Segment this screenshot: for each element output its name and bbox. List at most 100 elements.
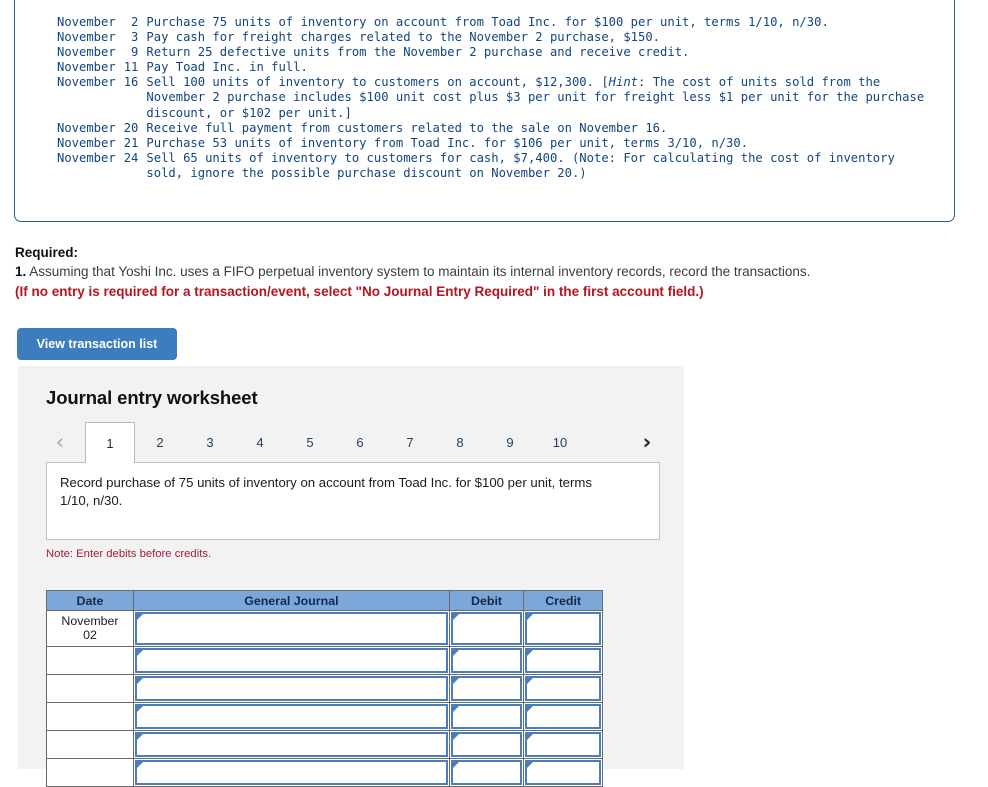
journal-debit-input[interactable] [450, 704, 523, 729]
journal-date-cell[interactable] [46, 674, 134, 703]
transaction-list-box: November 2 Purchase 75 units of inventory … [14, 0, 955, 222]
journal-account-input[interactable] [134, 648, 448, 673]
transaction-description: Sell 65 units of inventory to customers … [146, 150, 895, 165]
transaction-description: sold, ignore the possible purchase disco… [146, 165, 587, 180]
transaction-description: Pay cash for freight charges related to … [146, 30, 661, 45]
transaction-row: November 3 Pay cash for freight charges re… [57, 30, 924, 45]
worksheet-tab-8[interactable]: 8 [435, 422, 485, 463]
journal-credit-input-cell[interactable] [523, 674, 603, 703]
journal-account-input[interactable] [134, 612, 448, 645]
journal-debit-input-cell[interactable] [448, 758, 525, 787]
worksheet-tab-1[interactable]: 1 [85, 422, 135, 463]
journal-credit-input-cell[interactable] [523, 730, 603, 759]
journal-credit-input[interactable] [525, 704, 601, 729]
journal-account-input[interactable] [134, 704, 448, 729]
next-tab-arrow-icon[interactable]: › [633, 428, 661, 456]
journal-credit-input[interactable] [525, 760, 601, 785]
required-item-number: 1. [15, 264, 27, 279]
journal-account-input-cell[interactable] [132, 610, 450, 647]
transaction-month [57, 106, 124, 121]
journal-table-body: November 02 [46, 610, 603, 787]
journal-credit-input[interactable] [525, 676, 601, 701]
worksheet-tab-6[interactable]: 6 [335, 422, 385, 463]
transaction-month: November [57, 45, 116, 60]
journal-debit-input[interactable] [450, 648, 523, 673]
transaction-row: November 2 Purchase 75 units of inventory … [57, 15, 924, 30]
transaction-day: 3 [131, 30, 139, 45]
journal-debit-input-cell[interactable] [448, 610, 525, 647]
journal-date-cell[interactable] [46, 758, 134, 787]
journal-debit-input-cell[interactable] [448, 702, 525, 731]
journal-credit-input-cell[interactable] [523, 610, 603, 647]
journal-account-input-cell[interactable] [132, 702, 450, 731]
transaction-list-table: November 2 Purchase 75 units of inventory … [57, 15, 924, 181]
transaction-description: Purchase 53 units of inventory from Toad… [146, 135, 749, 150]
journal-debit-input[interactable] [450, 760, 523, 785]
journal-credit-input-cell[interactable] [523, 758, 603, 787]
journal-entry-table: Date General Journal Debit Credit Novemb… [46, 590, 603, 787]
worksheet-tab-10[interactable]: 10 [535, 422, 585, 463]
transaction-rows: November 2 Purchase 75 units of inventory … [57, 15, 924, 181]
transaction-month: November [57, 135, 116, 150]
journal-credit-input[interactable] [525, 648, 601, 673]
column-header-credit: Credit [523, 590, 603, 611]
required-heading: Required: [15, 245, 79, 260]
journal-account-input-cell[interactable] [132, 730, 450, 759]
transaction-day: 2 [131, 15, 139, 29]
column-header-debit: Debit [448, 590, 525, 611]
worksheet-tab-3[interactable]: 3 [185, 422, 235, 463]
worksheet-tab-4[interactable]: 4 [235, 422, 285, 463]
journal-date-cell[interactable] [46, 730, 134, 759]
journal-entry-worksheet-panel: Journal entry worksheet ‹ › 1 2 3 4 5 6 7 8 9 10 … [18, 366, 684, 787]
worksheet-tab-2[interactable]: 2 [135, 422, 185, 463]
journal-debit-input[interactable] [450, 612, 523, 645]
transaction-row: discount, or $102 per unit.] [57, 106, 924, 121]
transaction-day [124, 90, 147, 105]
transaction-description: Return 25 defective units from the Novem… [146, 45, 690, 60]
transaction-row: November 2 purchase includes $100 unit c… [57, 90, 924, 105]
transaction-day: 11 [123, 60, 139, 75]
transaction-row: November 16 Sell 100 units of inventory to… [57, 75, 924, 90]
view-transaction-list-button[interactable]: View transaction list [17, 328, 177, 360]
worksheet-description-text: Record purchase of 75 units of inventory… [60, 475, 592, 508]
transaction-day: 20 [123, 120, 139, 135]
journal-account-input[interactable] [134, 760, 448, 785]
transaction-month: November [57, 15, 116, 29]
journal-debit-input-cell[interactable] [448, 674, 525, 703]
journal-account-input-cell[interactable] [132, 674, 450, 703]
transaction-row: sold, ignore the possible purchase disco… [57, 166, 924, 181]
transaction-description: Pay Toad Inc. in full. [146, 60, 308, 75]
journal-debit-input-cell[interactable] [448, 730, 525, 759]
worksheet-tab-7[interactable]: 7 [385, 422, 435, 463]
journal-table-row [46, 730, 603, 759]
journal-credit-input-cell[interactable] [523, 646, 603, 675]
journal-date-cell[interactable] [46, 646, 134, 675]
journal-date-cell[interactable] [46, 702, 134, 731]
journal-table-row [46, 646, 603, 675]
transaction-description: November 2 purchase includes $100 unit c… [146, 90, 925, 105]
transaction-day: 16 [123, 75, 139, 90]
journal-account-input[interactable] [134, 732, 448, 757]
journal-debit-input[interactable] [450, 732, 523, 757]
prev-tab-arrow-icon[interactable]: ‹ [46, 428, 74, 456]
journal-table-row [46, 702, 603, 731]
transaction-month: November [57, 30, 116, 45]
journal-account-input-cell[interactable] [132, 646, 450, 675]
journal-debit-input-cell[interactable] [448, 646, 525, 675]
required-red-note: (If no entry is required for a transacti… [15, 284, 704, 299]
journal-header-row: Date General Journal Debit Credit [46, 590, 603, 611]
journal-date-cell[interactable]: November 02 [46, 610, 134, 647]
worksheet-tab-9[interactable]: 9 [485, 422, 535, 463]
journal-account-input[interactable] [134, 676, 448, 701]
journal-credit-input-cell[interactable] [523, 702, 603, 731]
worksheet-tab-5[interactable]: 5 [285, 422, 335, 463]
transaction-row: November 11 Pay Toad Inc. in full. [57, 60, 924, 75]
journal-account-input-cell[interactable] [132, 758, 450, 787]
journal-credit-input[interactable] [525, 612, 601, 645]
transaction-month [57, 90, 124, 105]
journal-debit-input[interactable] [450, 676, 523, 701]
transaction-day: 24 [123, 150, 139, 165]
transaction-row: November 20 Receive full payment from cust… [57, 121, 924, 136]
transaction-month: November [57, 60, 116, 75]
journal-credit-input[interactable] [525, 732, 601, 757]
